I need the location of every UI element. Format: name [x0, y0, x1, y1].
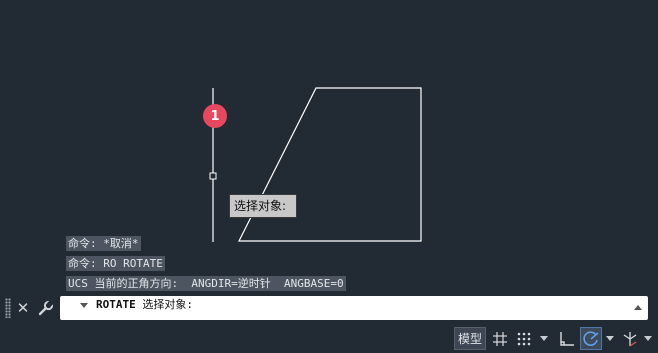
command-history-dropdown-icon[interactable]	[80, 303, 88, 308]
isometric-dropdown-icon[interactable]	[642, 327, 654, 350]
history-line-cancel: 命令: *取消*	[66, 236, 141, 251]
quadrilateral-shape[interactable]	[238, 87, 422, 242]
wrench-icon[interactable]	[36, 298, 56, 318]
command-input[interactable]: ROTATE 选择对象:	[60, 296, 648, 320]
isometric-drafting-icon[interactable]	[620, 327, 640, 350]
step-marker-number: 1	[210, 108, 220, 124]
history-line-rotate: 命令: RO ROTATE	[66, 256, 165, 271]
command-prompt: ROTATE 选择对象:	[96, 296, 193, 312]
polar-tracking-icon[interactable]	[580, 327, 602, 350]
history-line-ucs: UCS 当前的正角方向: ANGDIR=逆时针 ANGBASE=0	[66, 276, 346, 291]
ortho-mode-icon[interactable]	[556, 327, 578, 350]
command-name: ROTATE	[96, 298, 136, 311]
close-icon[interactable]: ✕	[15, 299, 31, 317]
expand-history-icon[interactable]	[634, 305, 642, 310]
grip-square[interactable]	[209, 172, 217, 180]
command-prompt-text: 选择对象:	[135, 298, 193, 311]
snap-mode-icon[interactable]	[514, 327, 534, 350]
snap-dropdown-icon[interactable]	[538, 327, 550, 350]
model-space-button[interactable]: 模型	[454, 327, 486, 350]
drag-grip-icon[interactable]	[5, 298, 11, 318]
grid-icon[interactable]	[490, 327, 510, 350]
step-marker-badge: 1	[203, 104, 227, 128]
cursor-tooltip: 选择对象:	[229, 194, 297, 218]
polar-dropdown-icon[interactable]	[604, 327, 616, 350]
status-bar: 模型	[0, 324, 658, 353]
